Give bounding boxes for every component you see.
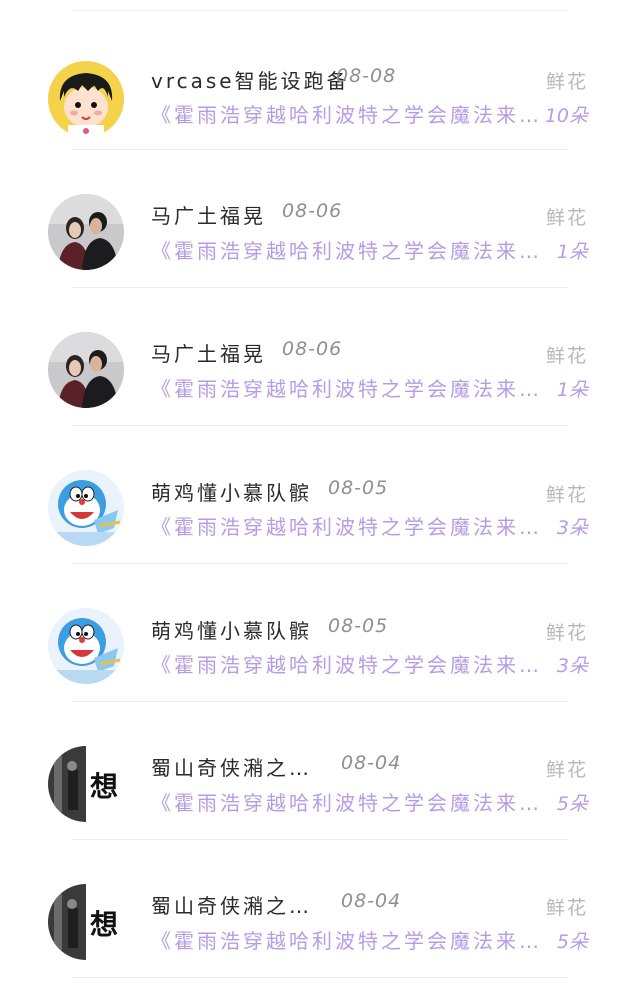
list-item[interactable]: vrcase智能设跑备 08-08 鲜花 《霍雨浩穿越哈利波特之学会魔法来… 1… bbox=[0, 12, 640, 150]
message-preview[interactable]: 《霍雨浩穿越哈利波特之学会魔法来… bbox=[151, 649, 541, 678]
cartoon-girl-avatar[interactable] bbox=[48, 61, 124, 137]
user-name: 萌鸡懂小慕队髌 bbox=[151, 481, 312, 505]
message-preview[interactable]: 《霍雨浩穿越哈利波特之学会魔法来… bbox=[151, 235, 541, 264]
think-text-avatar[interactable]: 想 bbox=[48, 884, 124, 960]
user-name: 马广土福晃 bbox=[151, 342, 266, 366]
gift-count: 3朵 bbox=[556, 517, 588, 539]
list-item[interactable]: 马广土福晃 08-06 鲜花 《霍雨浩穿越哈利波特之学会魔法来… 1朵 bbox=[0, 150, 640, 288]
gift-type-label: 鲜花 bbox=[545, 897, 588, 919]
message-preview[interactable]: 《霍雨浩穿越哈利波特之学会魔法来… bbox=[151, 511, 541, 540]
list-item[interactable]: 想 蜀山奇侠潲之… 08-04 鲜花 《霍雨浩穿越哈利波特之学会魔法来… 5朵 bbox=[0, 702, 640, 840]
gift-count: 5朵 bbox=[556, 793, 588, 815]
couple-photo-avatar[interactable] bbox=[48, 194, 124, 270]
message-preview[interactable]: 《霍雨浩穿越哈利波特之学会魔法来… bbox=[151, 99, 541, 128]
row-divider bbox=[72, 977, 568, 978]
message-preview[interactable]: 《霍雨浩穿越哈利波特之学会魔法来… bbox=[151, 787, 541, 816]
gift-type-label: 鲜花 bbox=[545, 345, 588, 367]
date-label: 08-06 bbox=[282, 338, 343, 360]
gift-type-label: 鲜花 bbox=[545, 71, 588, 93]
gift-count: 5朵 bbox=[556, 931, 588, 953]
doraemon-avatar[interactable] bbox=[48, 608, 124, 684]
date-label: 08-04 bbox=[341, 890, 402, 912]
gift-count: 3朵 bbox=[556, 655, 588, 677]
gift-type-label: 鲜花 bbox=[545, 622, 588, 644]
date-label: 08-06 bbox=[282, 200, 343, 222]
gift-type-label: 鲜花 bbox=[545, 759, 588, 781]
user-name: 马广土福晃 bbox=[151, 204, 266, 228]
message-preview[interactable]: 《霍雨浩穿越哈利波特之学会魔法来… bbox=[151, 925, 541, 954]
gift-count: 1朵 bbox=[556, 241, 588, 263]
list-item[interactable]: 想 蜀山奇侠潲之… 08-04 鲜花 《霍雨浩穿越哈利波特之学会魔法来… 5朵 bbox=[0, 840, 640, 978]
date-label: 08-05 bbox=[328, 615, 389, 637]
think-text-avatar[interactable]: 想 bbox=[48, 746, 124, 822]
user-name: vrcase智能设跑备 bbox=[151, 69, 350, 93]
list-item[interactable]: 萌鸡懂小慕队髌 08-05 鲜花 《霍雨浩穿越哈利波特之学会魔法来… 3朵 bbox=[0, 564, 640, 702]
date-label: 08-08 bbox=[336, 65, 397, 87]
date-label: 08-05 bbox=[328, 477, 389, 499]
top-divider bbox=[72, 10, 568, 11]
gift-type-label: 鲜花 bbox=[545, 484, 588, 506]
user-name: 蜀山奇侠潲之… bbox=[151, 756, 312, 780]
message-preview[interactable]: 《霍雨浩穿越哈利波特之学会魔法来… bbox=[151, 373, 541, 402]
avatar-text: 想 bbox=[90, 770, 118, 803]
user-name: 萌鸡懂小慕队髌 bbox=[151, 619, 312, 643]
couple-photo-avatar[interactable] bbox=[48, 332, 124, 408]
user-name: 蜀山奇侠潲之… bbox=[151, 894, 312, 918]
gift-count: 10朵 bbox=[544, 105, 588, 127]
gift-count: 1朵 bbox=[556, 379, 588, 401]
list-item[interactable]: 萌鸡懂小慕队髌 08-05 鲜花 《霍雨浩穿越哈利波特之学会魔法来… 3朵 bbox=[0, 426, 640, 564]
date-label: 08-04 bbox=[341, 752, 402, 774]
doraemon-avatar[interactable] bbox=[48, 470, 124, 546]
gift-type-label: 鲜花 bbox=[545, 207, 588, 229]
avatar-text: 想 bbox=[90, 908, 118, 941]
list-item[interactable]: 马广土福晃 08-06 鲜花 《霍雨浩穿越哈利波特之学会魔法来… 1朵 bbox=[0, 288, 640, 426]
